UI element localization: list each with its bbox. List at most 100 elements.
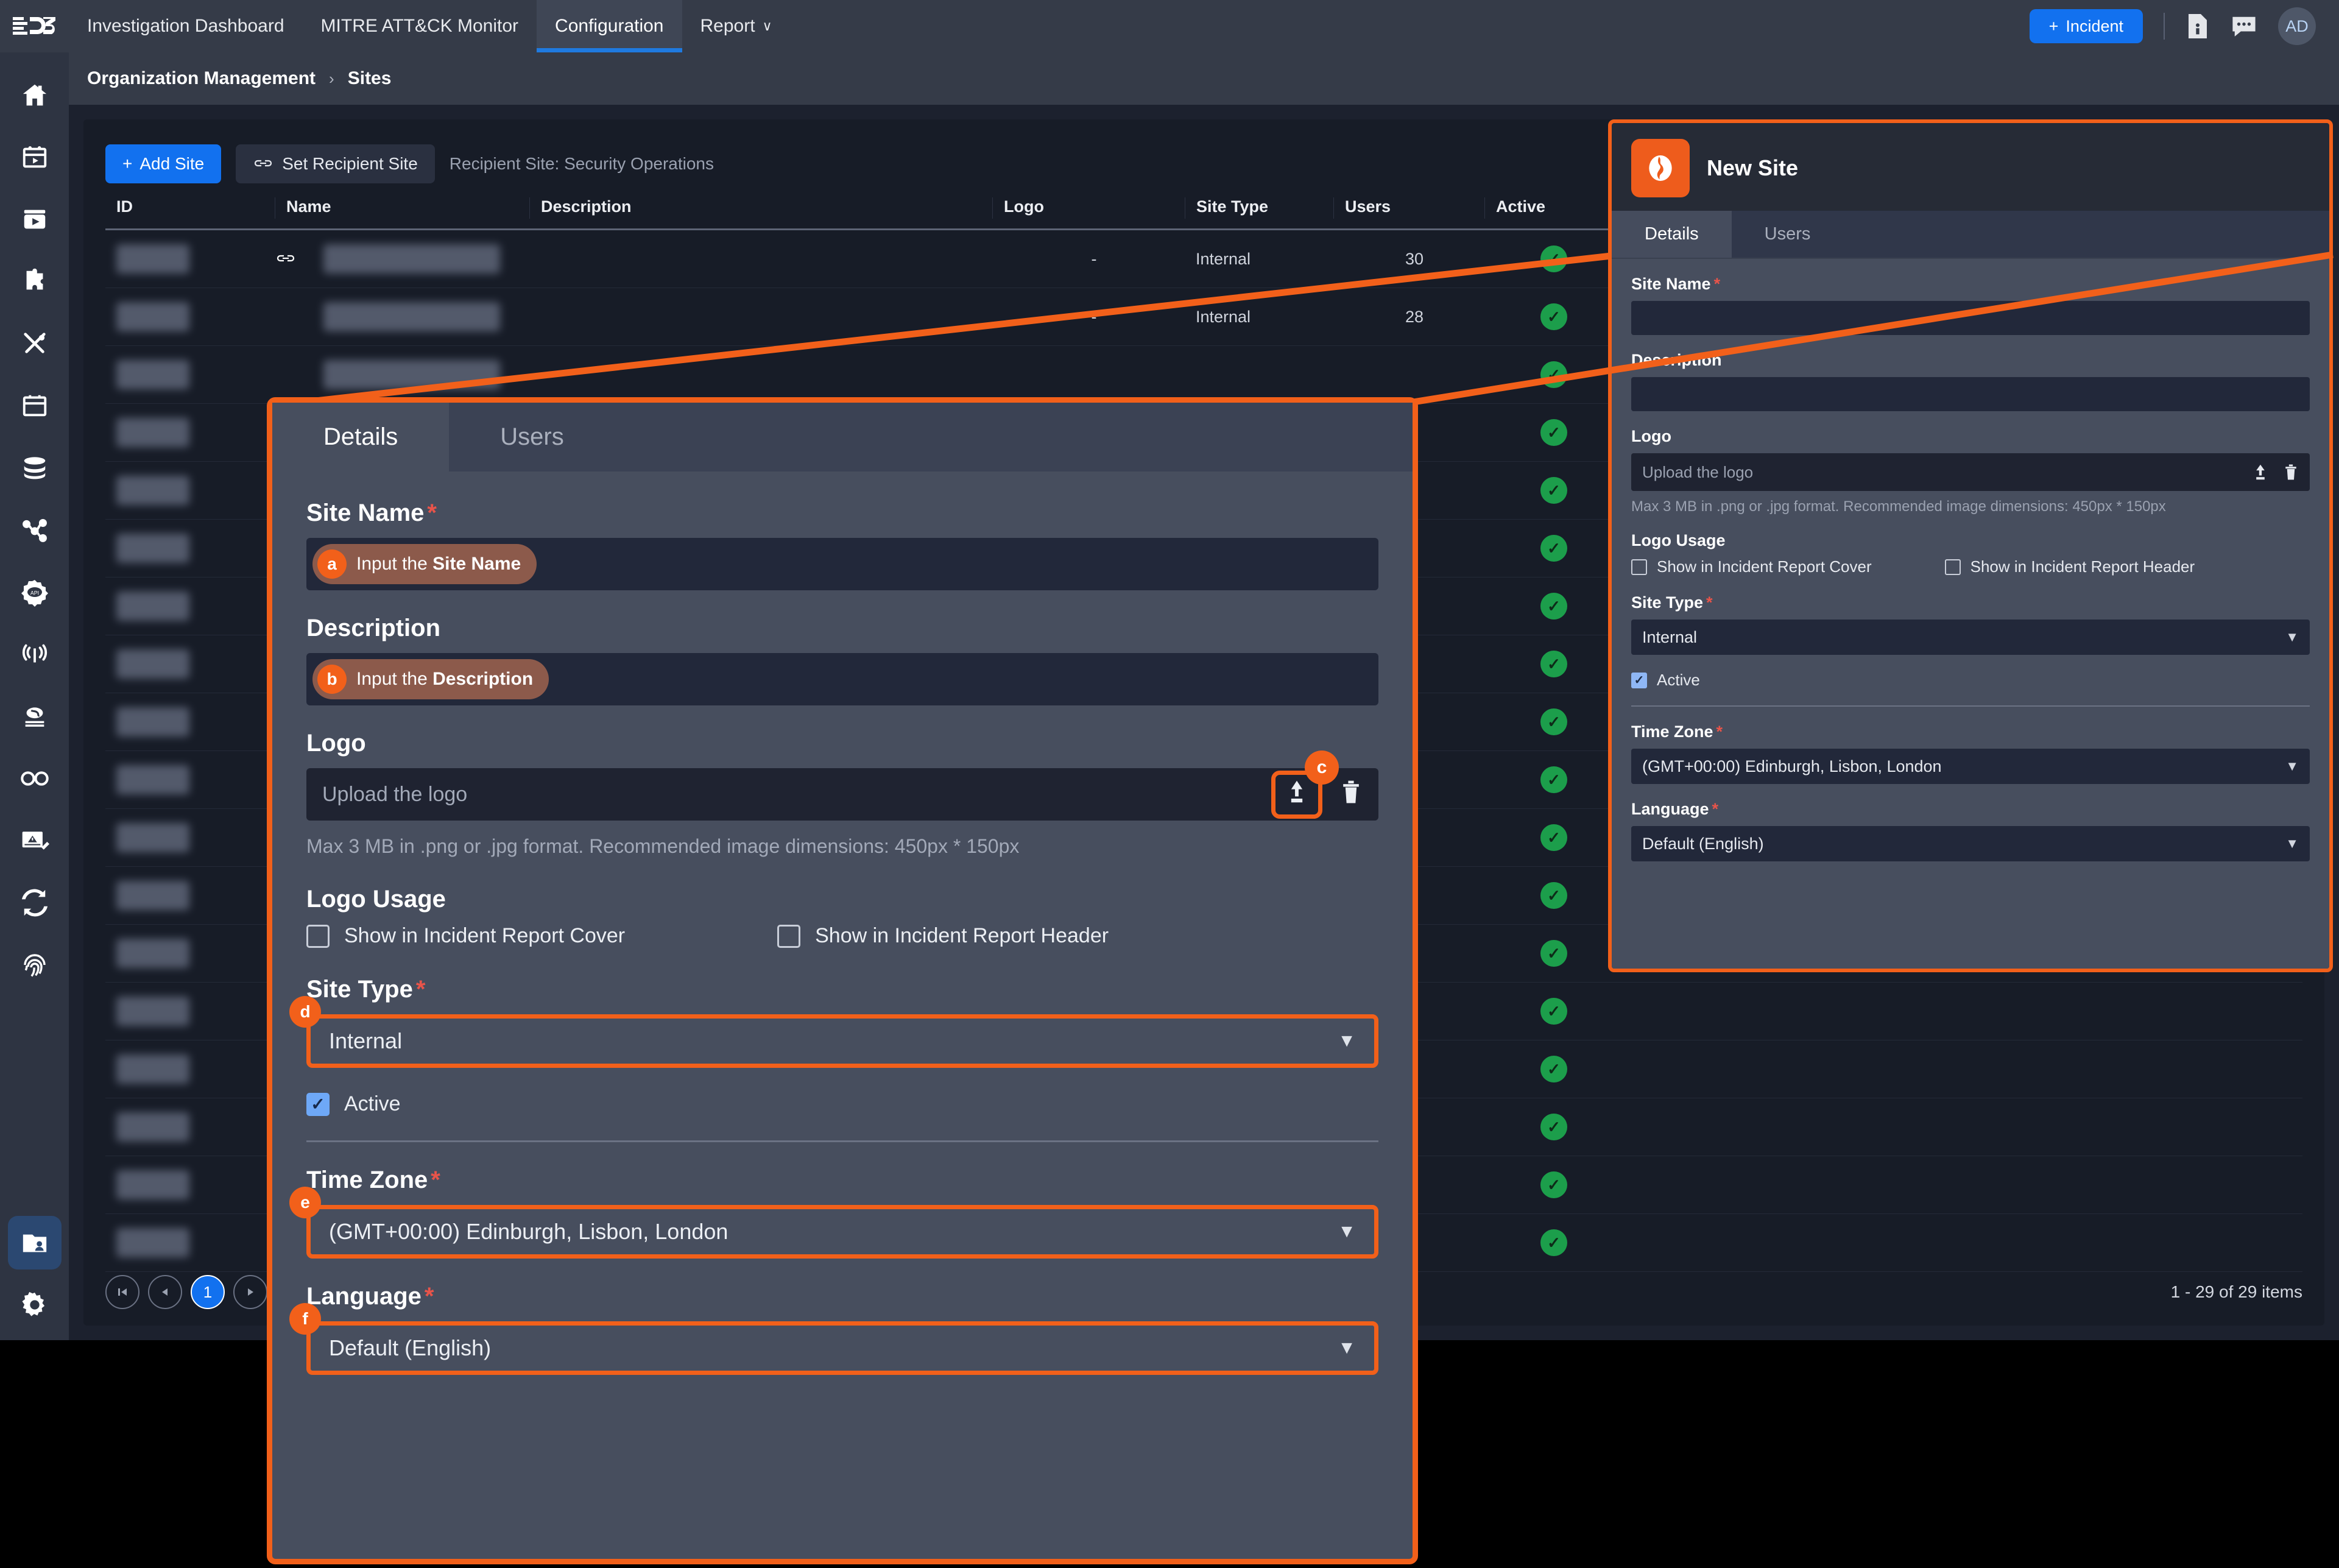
annotation-b-text: Input the Description — [356, 669, 533, 690]
checkbox-active[interactable]: ✓ Active — [1631, 671, 2310, 690]
database-icon[interactable] — [8, 441, 62, 495]
callout-label-logo-usage: Logo Usage — [306, 886, 446, 913]
broadcast-icon[interactable] — [8, 627, 62, 681]
add-site-button[interactable]: + Add Site — [105, 144, 222, 183]
callout-site-type-wrap: d Internal ▼ — [289, 996, 1378, 1068]
label-text: Site Type — [306, 976, 413, 1003]
logo-upload-actions — [2251, 463, 2299, 481]
nav-menu: Investigation Dashboard MITRE ATT&CK Mon… — [69, 0, 791, 52]
active-check-icon: ✓ — [1540, 651, 1567, 677]
required-asterisk: * — [1713, 275, 1721, 293]
callout-logo-upload-field[interactable]: Upload the logo c — [306, 750, 1378, 821]
cell-id — [105, 1112, 275, 1142]
d3-logo[interactable] — [0, 0, 69, 52]
trash-icon[interactable] — [2283, 463, 2299, 481]
callout-label-site-type: Site Type * — [306, 976, 1378, 1003]
callout-checkbox-show-in-incident-report-cover[interactable]: Show in Incident Report Cover — [306, 924, 625, 948]
binoculars-icon[interactable] — [8, 752, 62, 805]
nav-item-investigation-dashboard[interactable]: Investigation Dashboard — [69, 0, 303, 52]
pagination-first-button[interactable] — [105, 1275, 139, 1309]
site-type-select[interactable]: Internal ▼ — [1631, 620, 2310, 655]
annotation-badge-e: e — [289, 1187, 321, 1218]
redacted-id — [116, 707, 189, 736]
callout-tab-users[interactable]: Users — [449, 403, 615, 471]
column-header-site-type[interactable]: Site Type — [1185, 197, 1333, 219]
set-recipient-site-button[interactable]: Set Recipient Site — [236, 144, 435, 183]
column-header-id[interactable]: ID — [105, 197, 275, 219]
callout-site-type-select[interactable]: Internal ▼ — [306, 1014, 1378, 1068]
callout-tab-details[interactable]: Details — [272, 403, 450, 471]
column-header-logo[interactable]: Logo — [992, 197, 1185, 219]
trash-icon[interactable] — [1339, 779, 1363, 811]
tools-icon[interactable] — [8, 317, 62, 370]
document-info-icon[interactable] — [2186, 13, 2210, 40]
tab-details[interactable]: Details — [1612, 211, 1732, 258]
required-asterisk: * — [1706, 593, 1713, 612]
active-check-icon: ✓ — [1540, 766, 1567, 793]
api-gear-icon[interactable]: API — [8, 565, 62, 619]
calendar-icon[interactable] — [8, 379, 62, 433]
pagination-page-1[interactable]: 1 — [191, 1275, 225, 1309]
checkbox-box: ✓ — [306, 1092, 330, 1116]
recipient-site-status: Recipient Site: Security Operations — [449, 154, 714, 173]
avatar-initials: AD — [2285, 16, 2309, 35]
new-incident-button[interactable]: + Incident — [2029, 9, 2143, 43]
callout-logo-placeholder: Upload the logo — [322, 782, 468, 806]
callout-checkbox-show-in-incident-report-header[interactable]: Show in Incident Report Header — [777, 924, 1109, 948]
sidebar-item-organization-management[interactable] — [7, 1216, 62, 1270]
callout-upload-icon-highlight[interactable]: c — [1271, 750, 1339, 819]
chat-bubble-icon[interactable] — [2231, 15, 2257, 38]
pagination-next-button[interactable] — [233, 1275, 267, 1309]
site-name-input[interactable] — [1631, 301, 2310, 335]
media-library-icon[interactable] — [8, 192, 62, 246]
avatar[interactable]: AD — [2278, 7, 2316, 45]
breadcrumb-root[interactable]: Organization Management — [87, 68, 316, 89]
callout-language-wrap: f Default (English) ▼ — [289, 1303, 1378, 1375]
callout-tab-details-label: Details — [323, 423, 398, 450]
description-input[interactable] — [1631, 377, 2310, 411]
column-header-active[interactable]: Active — [1484, 197, 1612, 219]
global-threat-icon[interactable] — [8, 690, 62, 743]
sync-icon[interactable] — [8, 876, 62, 930]
column-header-description[interactable]: Description — [529, 197, 992, 219]
cell-active: ✓ — [1484, 1056, 1612, 1082]
callout-checkbox-active[interactable]: ✓ Active — [306, 1092, 1378, 1116]
cell-id — [105, 244, 275, 274]
label-site-type: Site Type * — [1631, 593, 2310, 612]
checkbox-show-in-incident-report-header[interactable]: Show in Incident Report Header — [1944, 557, 2195, 576]
share-network-icon[interactable] — [8, 503, 62, 557]
upload-icon[interactable] — [2251, 463, 2270, 481]
tab-users[interactable]: Users — [1732, 211, 1844, 258]
nav-item-mitre-attack-monitor[interactable]: MITRE ATT&CK Monitor — [303, 0, 537, 52]
annotation-a-prefix: Input the — [356, 554, 433, 574]
incident-report-icon[interactable] — [8, 814, 62, 867]
settings-gear-icon[interactable] — [8, 1278, 62, 1332]
callout-description-input[interactable]: b Input the Description — [306, 653, 1378, 705]
nav-item-report[interactable]: Report ∨ — [682, 0, 791, 52]
column-header-users[interactable]: Users — [1333, 197, 1484, 219]
redacted-id — [116, 1054, 189, 1084]
svg-text:API: API — [30, 590, 38, 596]
required-asterisk: * — [431, 1167, 440, 1193]
puzzle-integration-icon[interactable] — [8, 255, 62, 308]
plus-icon: + — [2048, 16, 2059, 35]
nav-item-configuration[interactable]: Configuration — [537, 0, 682, 52]
callout-time-zone-select[interactable]: (GMT+00:00) Edinburgh, Lisbon, London ▼ — [306, 1205, 1378, 1259]
playbook-calendar-icon[interactable] — [8, 130, 62, 184]
callout-language-select[interactable]: Default (English) ▼ — [306, 1321, 1378, 1375]
checkbox-show-in-incident-report-cover[interactable]: Show in Incident Report Cover — [1631, 557, 1872, 576]
redacted-name — [323, 302, 500, 331]
home-icon[interactable] — [8, 68, 62, 122]
language-select[interactable]: Default (English) ▼ — [1631, 826, 2310, 861]
logo-upload-field[interactable]: Upload the logo — [1631, 453, 2310, 491]
fingerprint-icon[interactable] — [8, 938, 62, 992]
time-zone-select[interactable]: (GMT+00:00) Edinburgh, Lisbon, London ▼ — [1631, 749, 2310, 784]
cell-active: ✓ — [1484, 998, 1612, 1025]
callout-tabs: Details Users — [272, 403, 1413, 471]
column-header-name[interactable]: Name — [275, 197, 529, 219]
redacted-id — [116, 823, 189, 852]
plus-icon: + — [122, 154, 133, 173]
checkbox-box — [306, 924, 330, 948]
pagination-prev-button[interactable] — [148, 1275, 182, 1309]
callout-site-name-input[interactable]: a Input the Site Name — [306, 538, 1378, 590]
